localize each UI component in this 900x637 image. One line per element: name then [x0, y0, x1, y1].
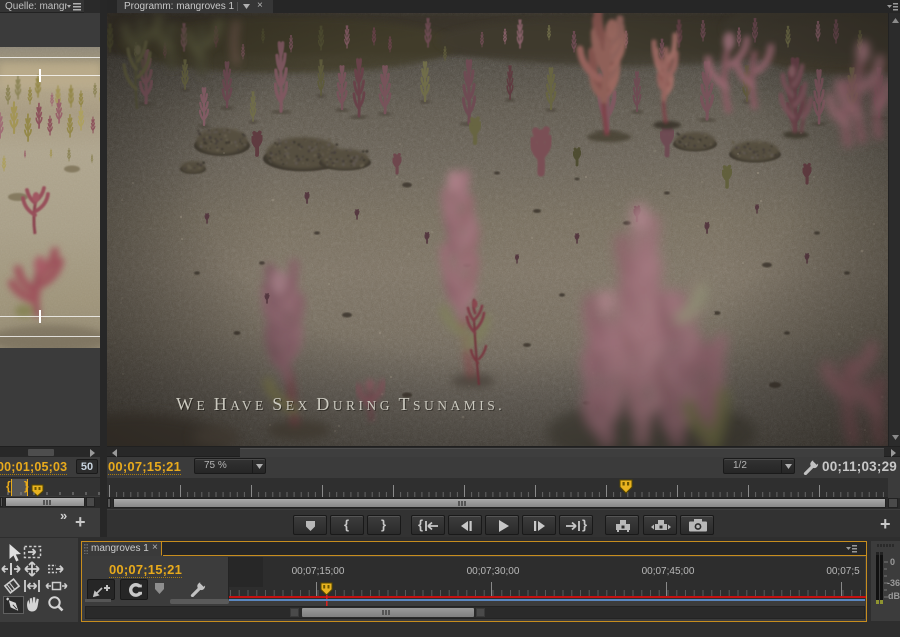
- svg-text:00;07;15;00: 00;07;15;00: [292, 566, 345, 577]
- svg-text:00;07;30;00: 00;07;30;00: [467, 566, 520, 577]
- svg-text:00;07;45;00: 00;07;45;00: [642, 566, 695, 577]
- svg-text:00;07;5: 00;07;5: [826, 566, 860, 577]
